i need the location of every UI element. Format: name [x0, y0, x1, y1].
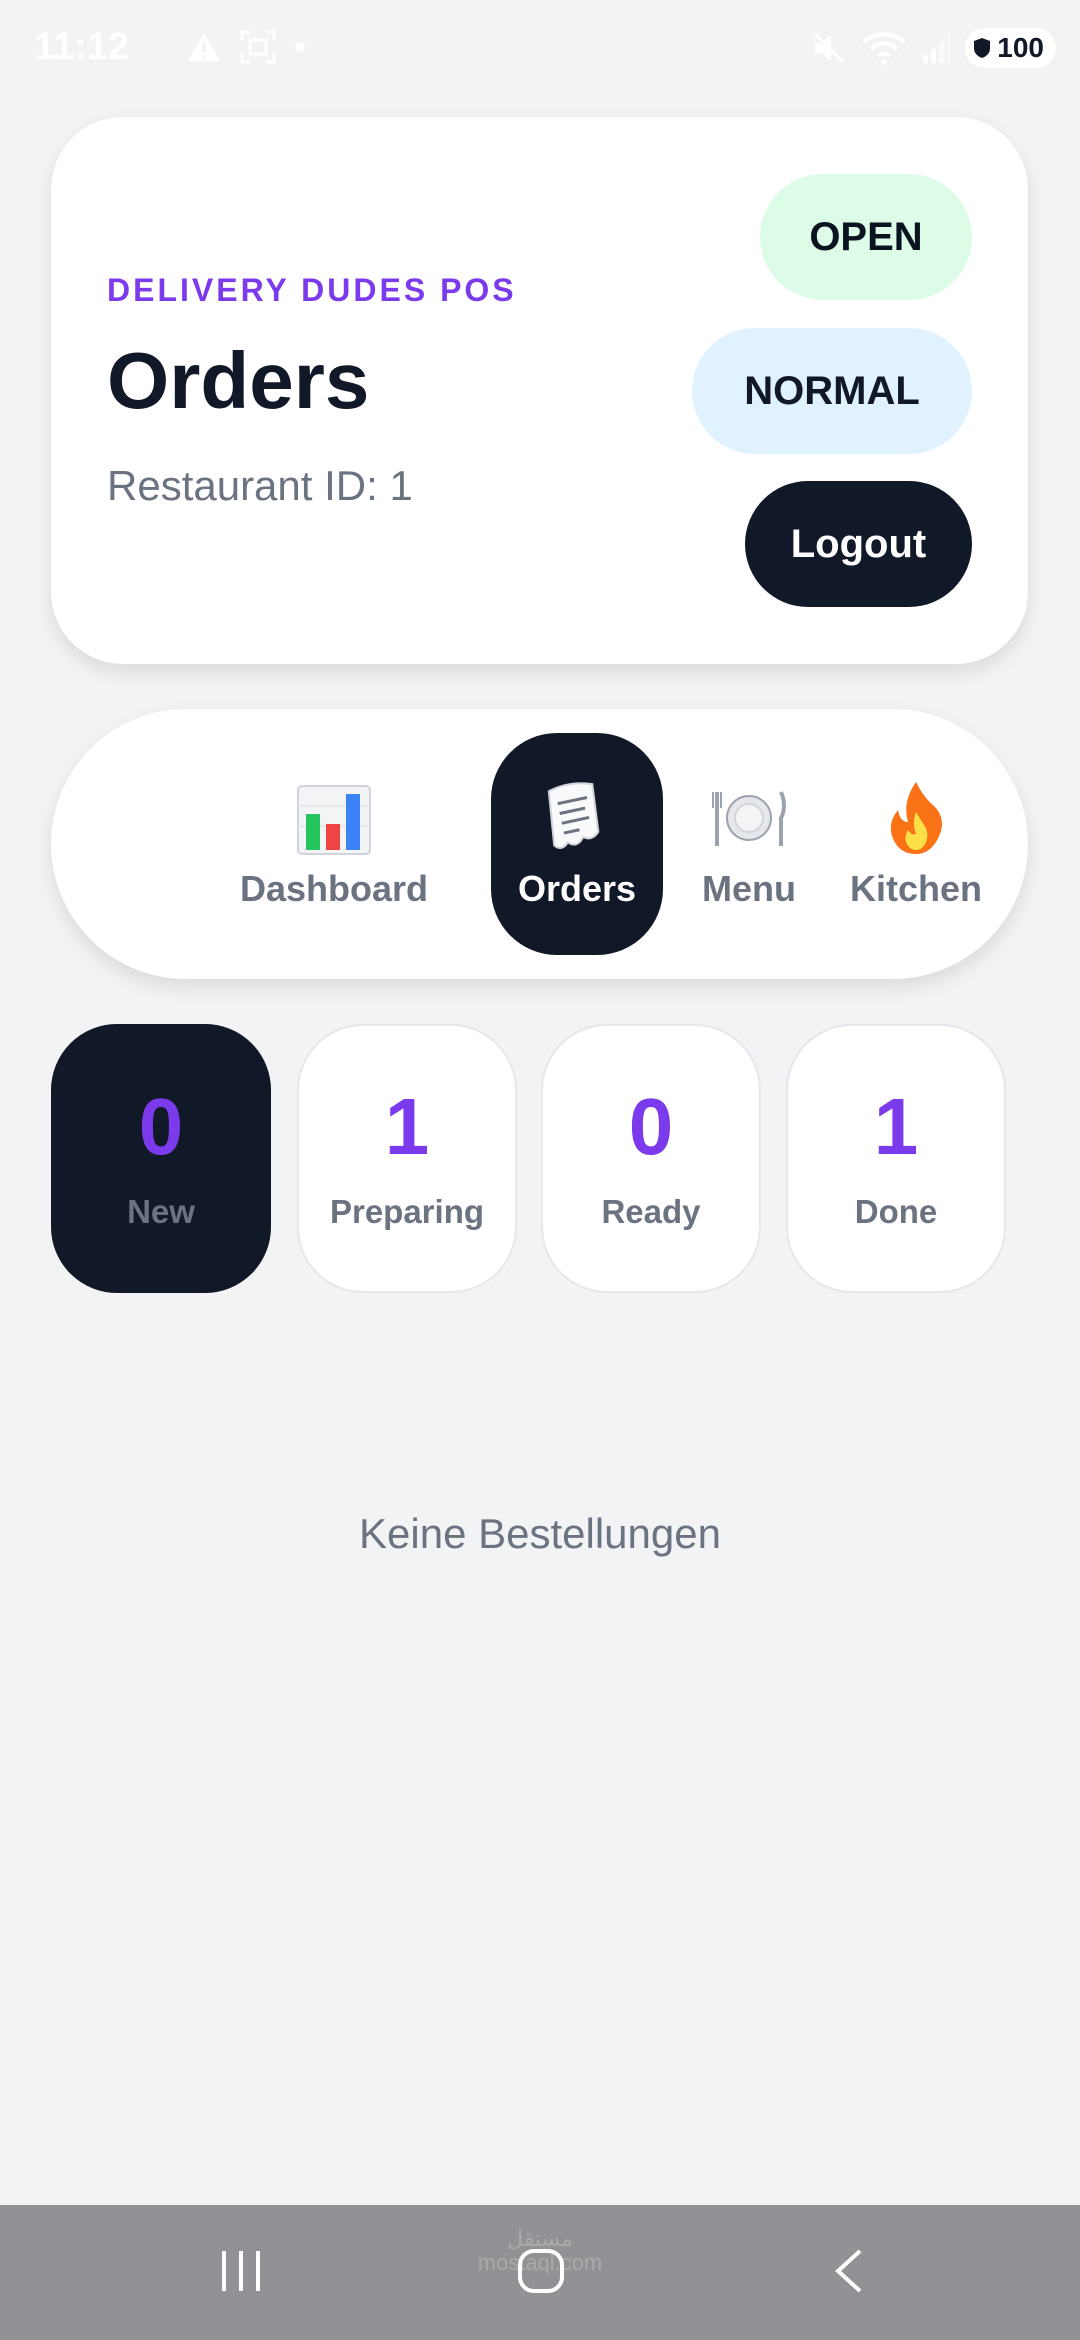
status-notification-icons: [186, 30, 306, 64]
nav-label-kitchen: Kitchen: [849, 868, 982, 909]
stat-count-ready: 0: [628, 1081, 674, 1171]
status-system-icons: 100: [811, 28, 1056, 68]
stat-label-preparing: Preparing: [329, 1192, 485, 1230]
stat-card-new[interactable]: 0 New: [51, 1024, 271, 1293]
nav-label-dashboard: Dashboard: [239, 868, 429, 909]
section-nav: Dashboard Orders Menu Kitchen: [51, 709, 1028, 979]
mute-icon: [814, 32, 845, 64]
brand-name: DELIVERY DUDES POS: [107, 272, 517, 308]
screenshot-icon: [240, 30, 276, 64]
nav-label-menu: Menu: [702, 868, 796, 909]
shield-icon: [974, 38, 991, 58]
nav-item-kitchen[interactable]: Kitchen: [836, 733, 996, 955]
battery-indicator: 100: [965, 28, 1056, 68]
system-nav-bar: مستقل mostaql.com: [0, 2205, 1080, 2340]
open-status-button[interactable]: OPEN: [760, 174, 972, 300]
signal-icon: [923, 34, 951, 63]
wifi-icon: [863, 32, 906, 65]
nav-item-dashboard[interactable]: Dashboard: [186, 733, 482, 955]
receipt-icon: [547, 782, 600, 850]
empty-orders-message: Keine Bestellungen: [359, 1510, 721, 1557]
bar-chart-icon: [297, 785, 371, 855]
plate-icon: [712, 791, 786, 846]
stat-card-preparing[interactable]: 1 Preparing: [297, 1024, 517, 1293]
fire-icon: [890, 782, 942, 854]
stat-label-done: Done: [854, 1192, 938, 1230]
status-bar: 11:12 100: [0, 0, 1080, 100]
normal-mode-button[interactable]: NORMAL: [692, 328, 972, 454]
stat-count-new: 0: [138, 1081, 184, 1171]
stat-card-ready[interactable]: 0 Ready: [541, 1024, 761, 1293]
nav-label-orders: Orders: [517, 868, 637, 909]
stat-count-preparing: 1: [384, 1081, 430, 1171]
status-time: 11:12: [34, 26, 130, 68]
stat-label-new: New: [127, 1192, 195, 1230]
back-icon[interactable]: [828, 2245, 868, 2297]
stat-label-ready: Ready: [601, 1192, 701, 1230]
restaurant-id: Restaurant ID: 1: [107, 462, 413, 509]
stat-count-done: 1: [873, 1081, 919, 1171]
battery-level: 100: [997, 32, 1044, 63]
header-card: DELIVERY DUDES POS Orders Restaurant ID:…: [51, 117, 1028, 664]
nav-item-menu[interactable]: Menu: [679, 733, 819, 955]
nav-item-orders[interactable]: Orders: [491, 733, 663, 955]
stat-card-done[interactable]: 1 Done: [786, 1024, 1006, 1293]
recent-apps-icon[interactable]: [218, 2245, 264, 2297]
page-title: Orders: [107, 336, 370, 425]
warning-icon: [188, 33, 220, 61]
home-icon[interactable]: [516, 2245, 566, 2297]
logout-button[interactable]: Logout: [745, 481, 972, 607]
dot-icon: [295, 42, 305, 52]
